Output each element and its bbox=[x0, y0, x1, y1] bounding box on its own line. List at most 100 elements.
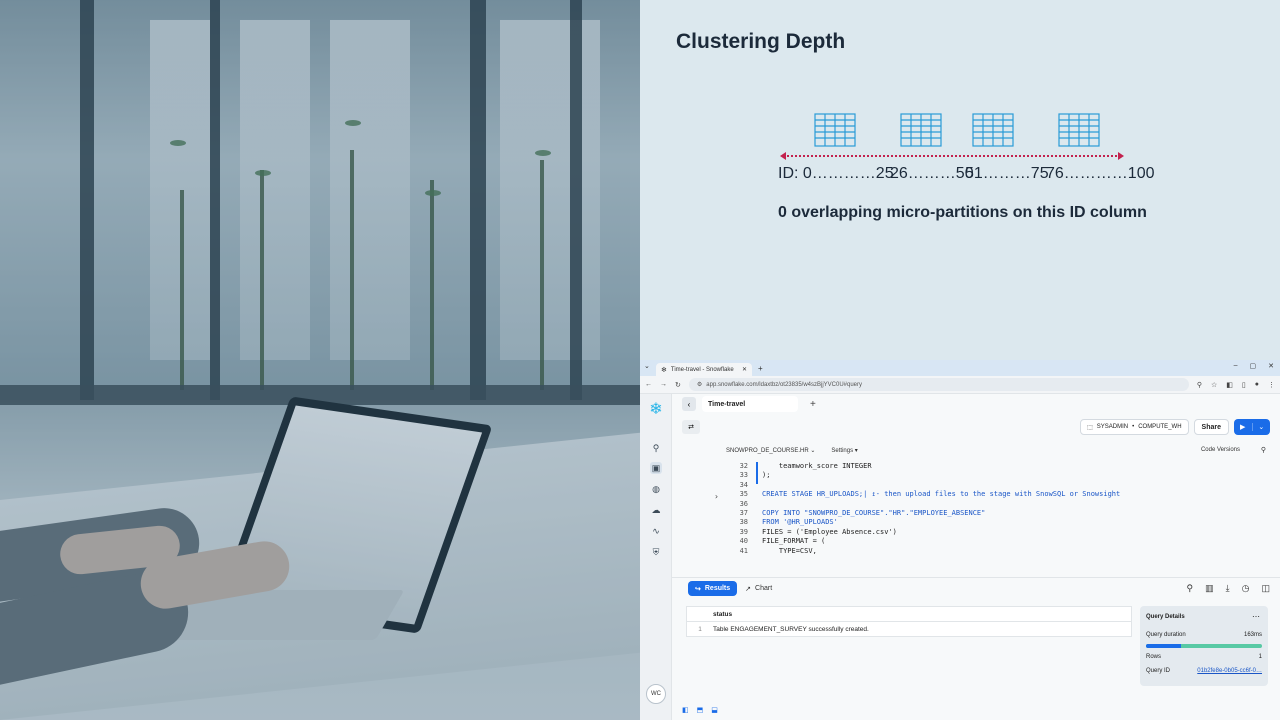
rows-row: Rows 1 bbox=[1146, 654, 1262, 660]
results-tab[interactable]: ↪ Results bbox=[688, 581, 738, 596]
settings-dropdown[interactable]: Settings ▾ bbox=[831, 447, 857, 454]
share-button[interactable]: Share bbox=[1193, 419, 1229, 435]
zoom-icon[interactable]: ⚲ bbox=[1197, 381, 1202, 389]
worksheet-main: ‹ Time-travel + ⇄ ⬚ SYSADMIN • COMPUTE_W… bbox=[672, 394, 1280, 720]
back-to-list-icon[interactable]: ‹ bbox=[682, 397, 696, 411]
add-worksheet-icon[interactable]: + bbox=[810, 399, 816, 410]
slide-title: Clustering Depth bbox=[676, 30, 846, 53]
browser-menu-icon[interactable]: ⋮ bbox=[1268, 381, 1275, 389]
column-header-status[interactable]: status bbox=[686, 606, 1132, 622]
table-grid-icon bbox=[900, 113, 942, 147]
query-duration-label: Query duration bbox=[1146, 632, 1186, 638]
line-number: 32 bbox=[739, 462, 748, 470]
sidebar-icon[interactable]: ▯ bbox=[1242, 381, 1246, 389]
reload-icon[interactable]: ↻ bbox=[675, 381, 681, 389]
overlap-note: 0 overlapping micro-partitions on this I… bbox=[778, 204, 1147, 221]
search-icon[interactable]: ⚲ bbox=[650, 442, 662, 454]
code-text: TYPE=CSV, bbox=[762, 546, 817, 555]
current-statement-marker bbox=[756, 462, 758, 484]
close-tab-icon[interactable]: ✕ bbox=[742, 366, 747, 373]
snowsight-app: ❄ ⚲ ▣ ◍ ☁ ∿ ⛨ WC ‹ Time-travel + ⇄ ⬚ SYS… bbox=[640, 394, 1280, 720]
id-range-label: 76…………100 bbox=[1046, 165, 1155, 182]
query-details-panel: Query Details ⋯ Query duration 163ms Row… bbox=[1140, 606, 1268, 686]
split-view-icon[interactable]: ◫ bbox=[1261, 583, 1270, 594]
code-text: FROM '@HR_UPLOADS' bbox=[762, 518, 838, 527]
profile-icon[interactable]: ● bbox=[1255, 381, 1259, 389]
code-text: teamwork_score INTEGER bbox=[762, 462, 872, 470]
close-window-icon[interactable]: ✕ bbox=[1268, 362, 1274, 370]
id-range-axis bbox=[780, 152, 1124, 160]
line-number: 33 bbox=[739, 471, 748, 480]
chart-label: Chart bbox=[755, 585, 773, 592]
rows-label: Rows bbox=[1146, 654, 1162, 660]
tab-time-travel[interactable]: Time-travel bbox=[702, 396, 798, 412]
line-number: 35 bbox=[739, 490, 748, 499]
results-table: status 1 Table ENGAGEMENT_SURVEY success… bbox=[686, 606, 1132, 637]
office-photo bbox=[0, 0, 640, 720]
run-options-chevron-icon[interactable]: ⌄ bbox=[1251, 423, 1271, 431]
maximize-icon[interactable]: ▢ bbox=[1250, 362, 1257, 370]
toggle-editor-icon[interactable]: ⬒ bbox=[697, 706, 704, 714]
results-label: Results bbox=[704, 585, 731, 592]
url-text: app.snowflake.com/ldaxtbz/ot23835/w4szBj… bbox=[706, 381, 863, 388]
query-id-label: Query ID bbox=[1146, 668, 1171, 674]
filter-toggle-icon[interactable]: ⇄ bbox=[682, 420, 700, 434]
results-icon: ↪ bbox=[695, 585, 701, 593]
new-tab-icon[interactable]: + bbox=[758, 364, 763, 373]
database-selector[interactable]: SNOWPRO_DE_COURSE.HR ⌄ bbox=[726, 447, 815, 454]
query-duration-fill bbox=[1146, 644, 1181, 648]
extensions-icon[interactable]: ◧ bbox=[1226, 381, 1233, 389]
download-icon[interactable]: ⤓ bbox=[1226, 583, 1230, 594]
data-icon[interactable]: ◍ bbox=[650, 483, 662, 495]
table-row[interactable]: 1 Table ENGAGEMENT_SURVEY successfully c… bbox=[686, 622, 1132, 637]
forward-icon[interactable]: → bbox=[660, 381, 667, 388]
url-field[interactable]: ⚙ app.snowflake.com/ldaxtbz/ot23835/w4sz… bbox=[688, 378, 1189, 391]
line-number: 34 bbox=[739, 480, 748, 489]
chart-tab[interactable]: ↗ Chart bbox=[745, 585, 772, 593]
id-range-label: 26………50 bbox=[890, 165, 974, 182]
site-info-icon[interactable]: ⚙ bbox=[697, 381, 702, 388]
search-results-icon[interactable]: ⚲ bbox=[1187, 583, 1194, 594]
code-versions-link[interactable]: Code Versions bbox=[1201, 447, 1240, 453]
fold-chevron-icon[interactable]: › bbox=[714, 492, 719, 501]
code-text: FILE_FORMAT = ( bbox=[762, 537, 826, 546]
role-warehouse-selector[interactable]: ⬚ SYSADMIN • COMPUTE_WH bbox=[1080, 419, 1189, 435]
columns-icon[interactable]: ▥ bbox=[1205, 583, 1214, 594]
toggle-results-icon[interactable]: ⬓ bbox=[711, 706, 718, 714]
results-toolbar: ↪ Results ↗ Chart ⚲ ▥ ⤓ ◷ ◫ bbox=[672, 577, 1280, 599]
editor-search-icon[interactable]: ⚲ bbox=[1261, 446, 1266, 454]
bookmark-star-icon[interactable]: ☆ bbox=[1211, 381, 1217, 389]
table-grid-icon bbox=[1058, 113, 1100, 147]
table-grid-icon bbox=[814, 113, 856, 147]
left-nav-rail: ❄ ⚲ ▣ ◍ ☁ ∿ ⛨ WC bbox=[640, 394, 672, 720]
line-number: 39 bbox=[739, 527, 748, 536]
run-button[interactable]: ▶ ⌄ bbox=[1234, 419, 1270, 435]
query-id-link[interactable]: 01b2fe8e-0b05-cc6f-0… bbox=[1197, 668, 1262, 674]
worksheets-icon[interactable]: ▣ bbox=[650, 462, 662, 474]
back-icon[interactable]: ← bbox=[645, 381, 652, 388]
user-avatar[interactable]: WC bbox=[646, 684, 666, 704]
more-options-icon[interactable]: ⋯ bbox=[1252, 612, 1260, 621]
play-icon[interactable]: ▶ bbox=[1234, 423, 1252, 431]
settings-label: Settings bbox=[831, 447, 854, 454]
snowflake-logo-icon[interactable]: ❄ bbox=[648, 402, 664, 418]
role-name: SYSADMIN bbox=[1096, 424, 1129, 430]
warehouse-name: COMPUTE_WH bbox=[1138, 424, 1182, 430]
code-editor[interactable]: › 32 teamwork_score INTEGER 33); 34 35 CREAT… bbox=[672, 460, 1280, 556]
worksheet-toolbar: ⇄ ⬚ SYSADMIN • COMPUTE_WH Share ▶ ⌄ bbox=[672, 414, 1280, 440]
query-id-row: Query ID 01b2fe8e-0b05-cc6f-0… bbox=[1146, 668, 1262, 674]
status-cell: Table ENGAGEMENT_SURVEY successfully cre… bbox=[713, 625, 869, 633]
query-duration-bar bbox=[1146, 644, 1262, 648]
tab-list-icon[interactable]: ⌄ bbox=[644, 362, 650, 370]
minimize-icon[interactable]: – bbox=[1234, 362, 1238, 370]
toggle-sidebar-icon[interactable]: ◧ bbox=[682, 706, 689, 714]
query-details-title: Query Details bbox=[1146, 614, 1185, 620]
code-text: COPY INTO "SNOWPRO_DE_COURSE"."HR"."EMPL… bbox=[762, 509, 986, 517]
code-text: CREATE STAGE HR_UPLOADS;| ↥- then upload… bbox=[762, 490, 1121, 499]
cloud-icon[interactable]: ☁ bbox=[650, 504, 662, 516]
history-clock-icon[interactable]: ◷ bbox=[1242, 583, 1250, 594]
browser-tab[interactable]: ❄ Time-travel - Snowflake ✕ bbox=[656, 363, 752, 376]
admin-shield-icon[interactable]: ⛨ bbox=[650, 546, 662, 558]
activity-icon[interactable]: ∿ bbox=[650, 525, 662, 537]
line-number: 41 bbox=[739, 546, 748, 555]
